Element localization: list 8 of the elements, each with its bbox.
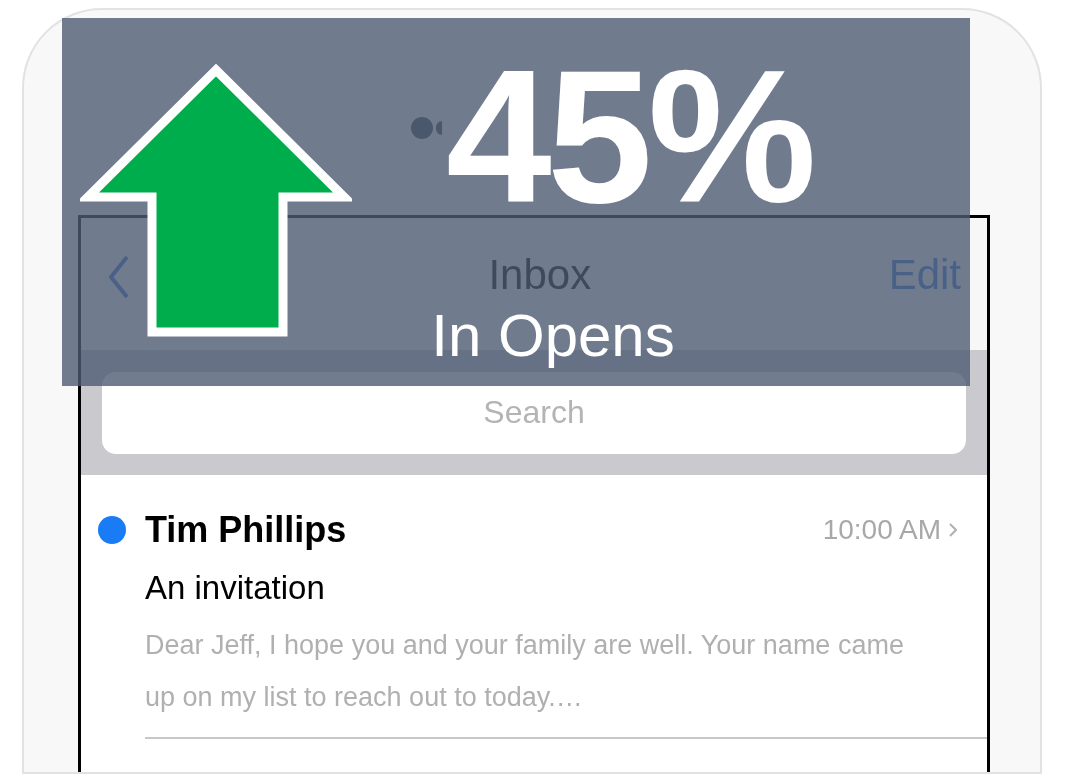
- message-subject: An invitation: [145, 568, 326, 608]
- stat-figure: 45%: [446, 56, 813, 218]
- message-preview: Dear Jeff, I hope you and your family are well. Your name came up on my list to reach out to today.…: [145, 628, 905, 714]
- stat-caption: In Opens: [430, 306, 676, 366]
- sender-name: Tim Phillips: [145, 508, 348, 552]
- disclosure-chevron-icon: [949, 523, 957, 537]
- message-time: 10:00 AM: [822, 513, 941, 547]
- up-arrow-icon: [80, 64, 352, 338]
